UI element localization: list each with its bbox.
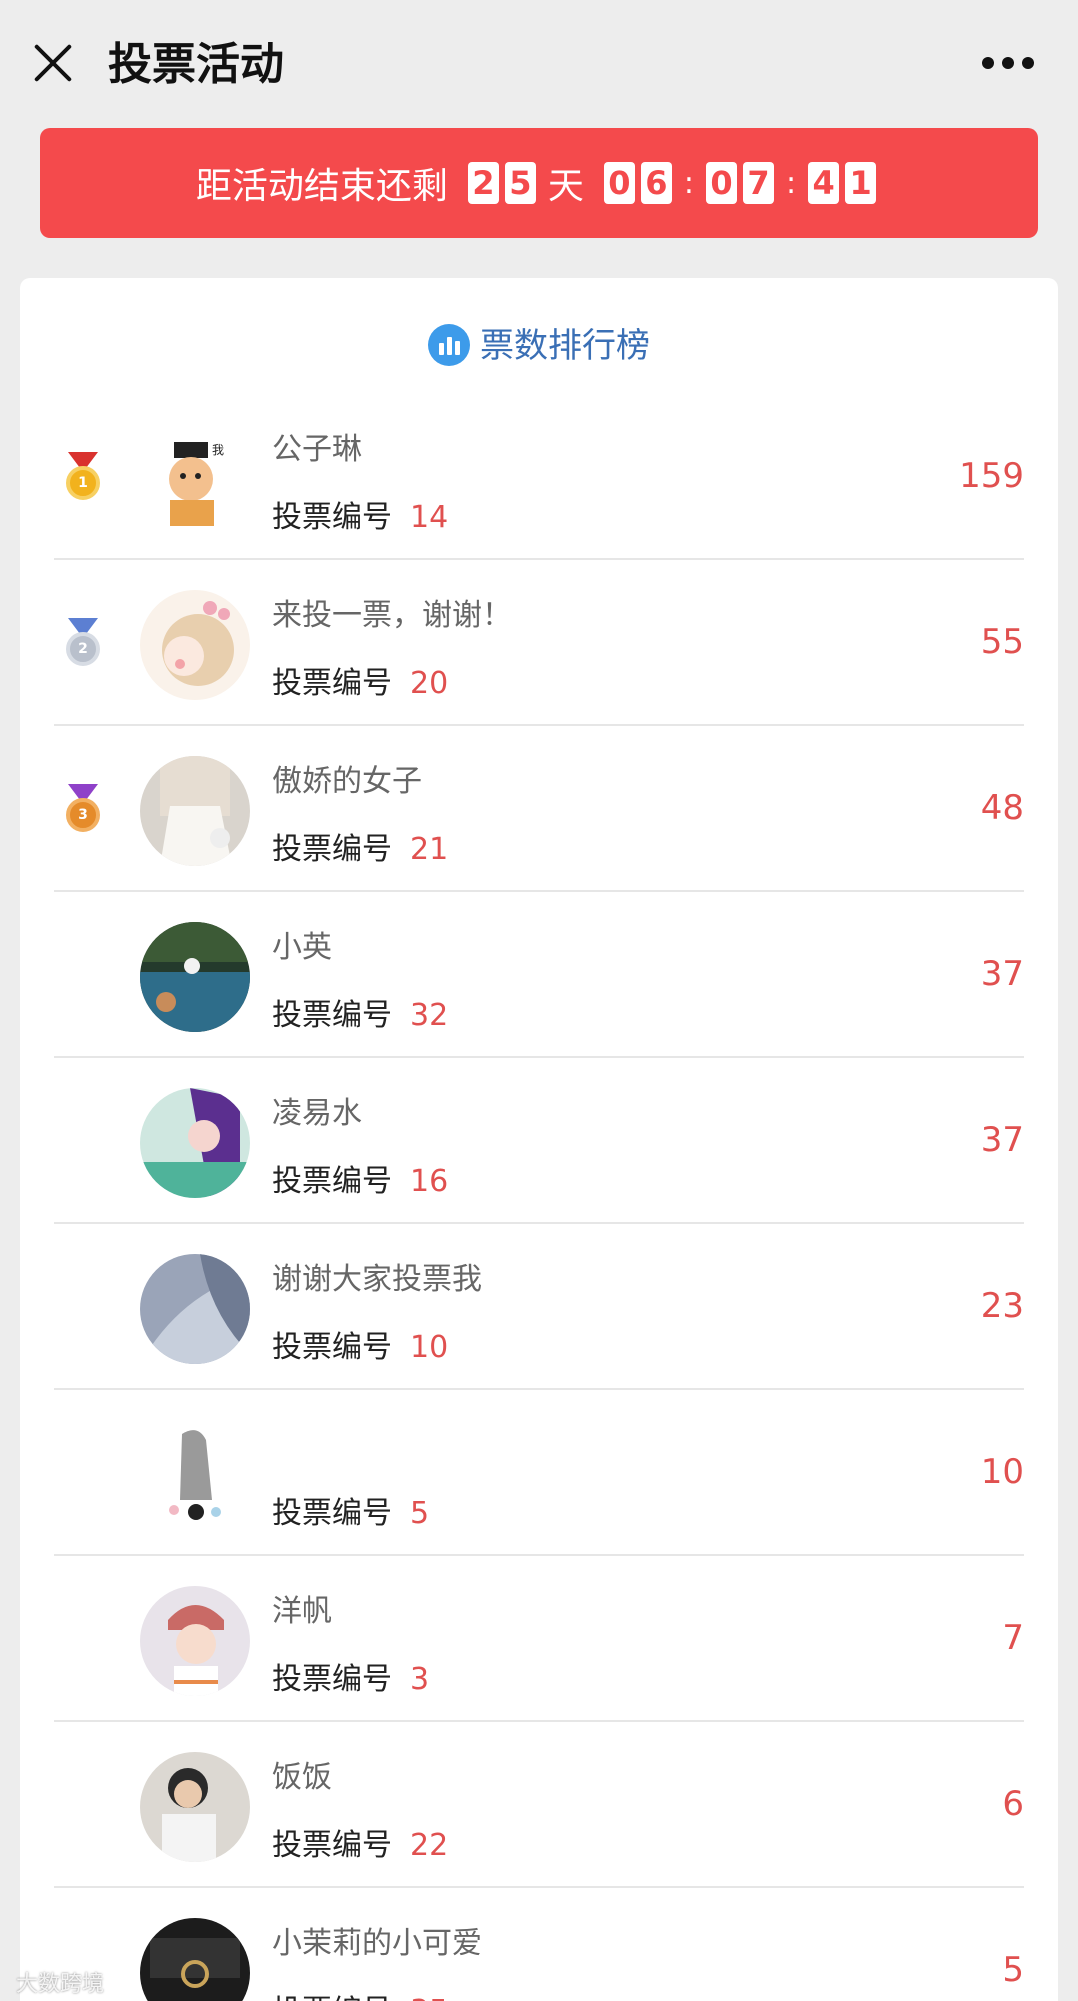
vote-number-line: 投票编号 21 xyxy=(272,824,448,868)
ranking-row[interactable]: 2 来投一票，谢谢！ 投票编号 20 55 xyxy=(54,560,1024,726)
vote-number-line: 投票编号 14 xyxy=(272,492,448,536)
vote-count: 37 xyxy=(980,954,1024,994)
countdown-day-digit: 5 xyxy=(504,162,536,204)
vote-number-line: 投票编号 32 xyxy=(272,990,448,1034)
avatar[interactable] xyxy=(140,922,250,1032)
vote-number-line: 投票编号 5 xyxy=(272,1488,429,1532)
vote-count: 6 xyxy=(1002,1784,1024,1824)
countdown-label: 距活动结束还剩 xyxy=(195,166,448,207)
countdown-minute-digit: 7 xyxy=(743,162,775,204)
contestant-name: 凌易水 xyxy=(272,1096,362,1131)
vote-count: 5 xyxy=(1002,1950,1024,1990)
ranking-row[interactable]: 投票编号 5 10 xyxy=(54,1390,1024,1556)
vote-count: 48 xyxy=(980,788,1024,828)
vote-count: 10 xyxy=(980,1452,1024,1492)
ranking-row[interactable]: 谢谢大家投票我 投票编号 10 23 xyxy=(54,1224,1024,1390)
top-nav-bar: 投票活动 xyxy=(0,0,1078,130)
page-title: 投票活动 xyxy=(108,39,284,90)
vote-count: 23 xyxy=(980,1286,1024,1326)
silver-medal-icon: 2 xyxy=(64,618,102,670)
avatar[interactable] xyxy=(140,1752,250,1862)
contestant-name: 饭饭 xyxy=(272,1760,332,1795)
vote-number-label: 投票编号 xyxy=(272,500,392,535)
bar-chart-icon xyxy=(428,324,470,366)
vote-number-label: 投票编号 xyxy=(272,1994,392,2001)
countdown-separator: : xyxy=(683,165,695,201)
countdown-day-unit: 天 xyxy=(547,166,584,207)
contestant-name: 小茉莉的小可爱 xyxy=(272,1926,482,1961)
ranking-header: 票数排行榜 xyxy=(20,312,1058,372)
countdown-banner: 距活动结束还剩 25 天 06 : 07 : 41 xyxy=(40,128,1038,238)
vote-number-label: 投票编号 xyxy=(272,1496,392,1531)
vote-number-label: 投票编号 xyxy=(272,1828,392,1863)
ranking-row[interactable]: 饭饭 投票编号 22 6 xyxy=(54,1722,1024,1888)
ranking-card: 票数排行榜 1 我 公子琳 投票编号 14 159 2 来投一票，谢谢！ 投票编号… xyxy=(20,278,1058,2001)
ranking-row[interactable]: 小英 投票编号 32 37 xyxy=(54,892,1024,1058)
countdown-separator: : xyxy=(786,165,797,201)
vote-number: 20 xyxy=(410,666,449,701)
avatar[interactable] xyxy=(140,1918,250,2001)
vote-number-line: 投票编号 10 xyxy=(272,1322,448,1366)
svg-text:我: 我 xyxy=(212,443,224,457)
vote-number: 16 xyxy=(410,1164,449,1199)
vote-number-label: 投票编号 xyxy=(272,832,392,867)
vote-count: 55 xyxy=(980,622,1024,662)
vote-number-line: 投票编号 22 xyxy=(272,1820,448,1864)
vote-number-label: 投票编号 xyxy=(272,666,392,701)
gold-medal-icon: 1 xyxy=(64,452,102,504)
avatar[interactable]: 我 xyxy=(140,424,250,534)
vote-count: 37 xyxy=(980,1120,1024,1160)
vote-number-label: 投票编号 xyxy=(272,1330,392,1365)
ranking-title: 票数排行榜 xyxy=(480,325,650,366)
vote-number: 10 xyxy=(410,1330,449,1365)
avatar[interactable] xyxy=(140,1088,250,1198)
contestant-name: 洋帆 xyxy=(272,1594,332,1629)
close-icon[interactable] xyxy=(28,38,78,88)
bronze-medal-icon: 3 xyxy=(64,784,102,836)
vote-count: 159 xyxy=(959,456,1024,496)
vote-number-line: 投票编号 3 xyxy=(272,1654,429,1698)
vote-number: 32 xyxy=(410,998,449,1033)
vote-number-line: 投票编号 35 xyxy=(272,1986,448,2001)
countdown-second-digit: 4 xyxy=(808,162,840,204)
avatar[interactable] xyxy=(140,1586,250,1696)
vote-number-label: 投票编号 xyxy=(272,1164,392,1199)
avatar[interactable] xyxy=(140,1420,250,1530)
watermark: 大数跨境 xyxy=(16,1972,105,1997)
vote-count: 7 xyxy=(1002,1618,1024,1658)
vote-number: 5 xyxy=(410,1496,430,1531)
vote-number-line: 投票编号 20 xyxy=(272,658,448,702)
contestant-name: 公子琳 xyxy=(272,432,362,467)
vote-number-label: 投票编号 xyxy=(272,1662,392,1697)
countdown-minute-digit: 0 xyxy=(706,162,738,204)
contestant-name: 傲娇的女子 xyxy=(272,764,422,799)
vote-number: 3 xyxy=(410,1662,430,1697)
vote-number-label: 投票编号 xyxy=(272,998,392,1033)
countdown-second-digit: 1 xyxy=(845,162,877,204)
more-options-icon[interactable] xyxy=(982,56,1034,70)
avatar[interactable] xyxy=(140,756,250,866)
contestant-name: 来投一票，谢谢！ xyxy=(272,598,512,633)
countdown-day-digit: 2 xyxy=(467,162,499,204)
contestant-name: 小英 xyxy=(272,930,332,965)
ranking-row[interactable]: 3 傲娇的女子 投票编号 21 48 xyxy=(54,726,1024,892)
contestant-name: 谢谢大家投票我 xyxy=(272,1262,482,1297)
vote-number: 35 xyxy=(410,1994,448,2001)
vote-number: 14 xyxy=(410,500,449,535)
avatar[interactable] xyxy=(140,590,250,700)
vote-number: 21 xyxy=(410,832,449,867)
ranking-row[interactable]: 凌易水 投票编号 16 37 xyxy=(54,1058,1024,1224)
ranking-row[interactable]: 洋帆 投票编号 3 7 xyxy=(54,1556,1024,1722)
ranking-row[interactable]: 1 我 公子琳 投票编号 14 159 xyxy=(54,394,1024,560)
ranking-row[interactable]: 小茉莉的小可爱 投票编号 35 5 xyxy=(54,1888,1024,2001)
avatar[interactable] xyxy=(140,1254,250,1364)
vote-number-line: 投票编号 16 xyxy=(272,1156,448,1200)
countdown-hour-digit: 0 xyxy=(603,162,635,204)
vote-number: 22 xyxy=(410,1828,449,1863)
countdown-hour-digit: 6 xyxy=(640,162,672,204)
